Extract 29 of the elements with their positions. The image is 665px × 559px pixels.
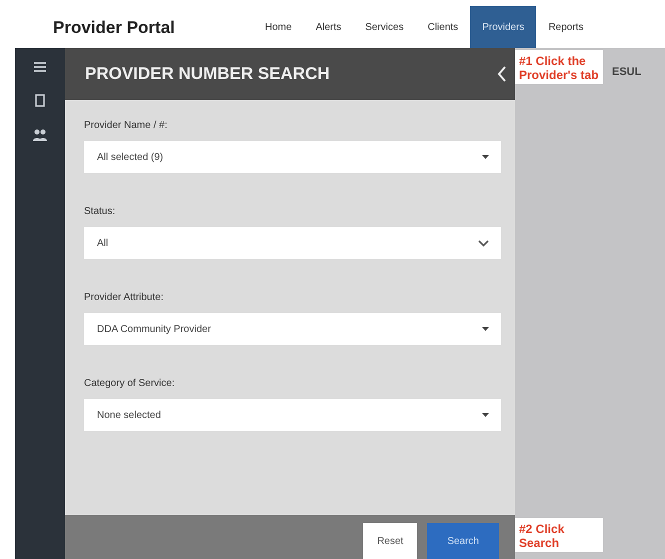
dropdown-field[interactable]: All selected (9) (84, 141, 501, 173)
field-label: Provider Attribute: (84, 292, 164, 303)
field-label: Provider Name / #: (84, 120, 168, 131)
annotation-note: #1 Click the Provider's tab (515, 50, 603, 84)
reset-button[interactable]: Reset (363, 523, 418, 559)
document-icon[interactable] (35, 94, 45, 107)
nav-tab[interactable]: Clients (416, 6, 470, 48)
nav-tab[interactable]: Alerts (304, 6, 354, 48)
collapse-icon[interactable] (497, 66, 507, 82)
field-label: Category of Service: (84, 378, 176, 389)
portal-title: Provider Portal (52, 17, 176, 38)
field-label: Status: (84, 206, 116, 217)
annotation-note: #2 Click Search (515, 518, 603, 552)
caret-down-icon (482, 327, 489, 331)
search-button[interactable]: Search (427, 523, 499, 559)
dropdown-field[interactable]: All (84, 227, 501, 259)
nav-tab[interactable]: Providers (470, 6, 536, 48)
nav-tab[interactable]: Services (353, 6, 416, 48)
caret-down-icon (482, 413, 489, 417)
dropdown-field[interactable]: None selected (84, 399, 501, 431)
menu-icon[interactable] (34, 62, 46, 72)
results-heading: ESUL (612, 66, 642, 78)
nav-tab[interactable]: Reports (536, 6, 596, 48)
nav-tab[interactable]: Home (253, 6, 304, 48)
chevron-down-icon (478, 240, 489, 246)
panel-title: PROVIDER NUMBER SEARCH (85, 64, 330, 84)
caret-down-icon (482, 155, 489, 159)
people-icon[interactable] (33, 129, 47, 142)
dropdown-field[interactable]: DDA Community Provider (84, 313, 501, 345)
